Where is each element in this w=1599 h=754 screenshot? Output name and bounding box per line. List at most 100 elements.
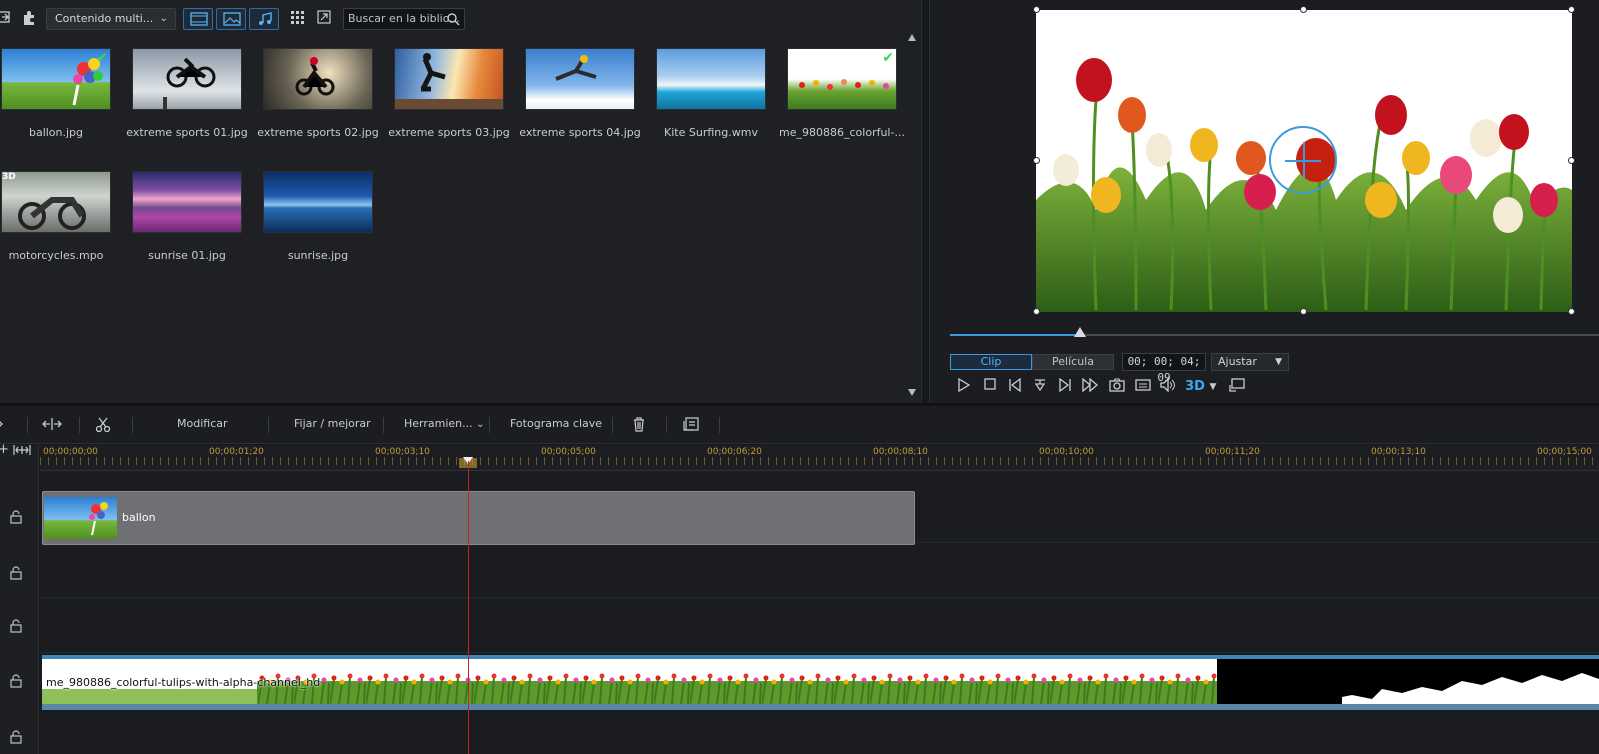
ruler-tick-label: 00;00;08;10 [873,447,928,457]
filter-image-button[interactable] [216,8,246,30]
media-tile-sunrise[interactable]: sunrise.jpg [262,171,374,281]
lock-icon[interactable] [9,619,23,633]
preview-panel: Clip Película 00; 00; 04; 09 Ajustar ▼ 3… [929,0,1599,403]
split-icon[interactable] [1030,378,1050,396]
expand-icon[interactable] [315,10,333,28]
timeline-clip-ballon[interactable]: ballon [42,491,915,545]
movie-mode-button[interactable]: Película [1032,354,1114,370]
snap-icon[interactable] [0,417,6,434]
resize-handle[interactable] [1300,6,1307,13]
properties-icon[interactable] [683,417,699,434]
resize-handle[interactable] [1568,157,1575,164]
ruler-tick-label: 00;00;13;10 [1371,447,1426,457]
fit-dropdown[interactable]: Ajustar ▼ [1211,353,1289,371]
fix-enhance-button[interactable]: Fijar / mejorar [294,417,371,430]
timecode-field[interactable]: 00; 00; 04; 09 [1122,353,1206,384]
resize-handle[interactable] [1033,157,1040,164]
play-icon[interactable] [954,377,974,396]
external-display-icon[interactable] [1227,378,1247,396]
plugin-icon[interactable] [20,10,38,28]
3d-options-dropdown-icon[interactable]: ▼ [1203,378,1223,396]
subtitles-icon[interactable] [1133,378,1153,396]
tile-label: extreme sports 04.jpg [519,126,641,139]
next-frame-icon[interactable] [1055,377,1075,396]
thumbnail [132,171,242,233]
stop-icon[interactable] [980,378,1000,396]
thumbnail [525,48,635,110]
media-tile-kite-surfing[interactable]: Kite Surfing.wmv [655,48,767,158]
library-search-placeholder: Buscar en la biblio... [348,12,460,25]
media-tile-sunrise-01[interactable]: sunrise 01.jpg [131,171,243,281]
chevron-down-icon: ⌄ [476,419,485,430]
move-crosshair-icon[interactable] [1269,126,1337,194]
toolbar-divider [666,417,667,433]
ruler-tick-label: 00;00;11;20 [1205,447,1260,457]
thumbnail [1,48,111,110]
trash-icon[interactable] [633,417,645,435]
tile-label: sunrise.jpg [287,249,349,262]
thumbnail [394,48,504,110]
timeline-clip-tulips[interactable]: me_980886_colorful-tulips-with-alpha-cha… [42,655,1599,710]
import-icon[interactable] [0,10,14,28]
library-search-input[interactable]: Buscar en la biblio... [343,8,465,30]
scrubber-thumb[interactable] [1074,327,1086,337]
snapshot-camera-icon[interactable] [1107,378,1127,396]
modify-button[interactable]: Modificar [177,417,228,430]
ruler-tick-label: 00;00;03;10 [375,447,430,457]
media-tile-tulips[interactable]: ✔ me_980886_colorful-... [779,48,905,158]
scroll-down-icon[interactable] [908,389,916,396]
tile-label: extreme sports 03.jpg [388,126,510,139]
lock-icon[interactable] [9,510,23,524]
media-tile-extreme-sports-01[interactable]: extreme sports 01.jpg [126,48,248,158]
fit-timeline-icon[interactable] [13,444,31,459]
scissors-icon[interactable] [95,417,111,436]
lock-icon[interactable] [9,566,23,580]
image-icon [223,12,241,26]
lock-icon[interactable] [9,730,23,744]
library-toolbar: Contenido multi... ⌄ Buscar en la biblio… [0,4,920,32]
keyframe-button[interactable]: Fotograma clave [510,417,602,430]
resize-handle[interactable] [1568,6,1575,13]
ruler-ticks [40,457,1599,465]
add-track-icon[interactable]: + [0,442,9,457]
filter-video-button[interactable] [183,8,213,30]
scroll-up-icon[interactable] [908,34,916,41]
ruler-tick-label: 00;00;15;00 [1537,447,1592,457]
toolbar-divider [383,417,384,433]
filter-audio-button[interactable] [249,8,279,30]
library-scrollbar[interactable] [906,32,918,400]
toolbar-divider [719,417,720,433]
tools-dropdown[interactable]: Herramien... ⌄ [404,417,485,430]
timeline-ruler[interactable]: 00;00;00;00 00;00;01;20 00;00;03;10 00;00;0… [40,445,1599,471]
fast-forward-icon[interactable] [1080,377,1100,396]
media-library-panel: Contenido multi... ⌄ Buscar en la biblio… [0,0,922,403]
resize-handle[interactable] [1033,308,1040,315]
resize-handle[interactable] [1300,308,1307,315]
media-tile-extreme-sports-03[interactable]: extreme sports 03.jpg [388,48,510,158]
resize-handle[interactable] [1033,6,1040,13]
clip-mode-button[interactable]: Clip [950,354,1032,370]
lock-icon[interactable] [9,674,23,688]
tile-label: ballon.jpg [28,126,84,139]
grid-view-icon[interactable] [288,10,306,28]
preview-scrubber[interactable] [950,327,1599,337]
media-tile-extreme-sports-02[interactable]: extreme sports 02.jpg [257,48,379,158]
tile-label: Kite Surfing.wmv [664,126,758,139]
media-tile-extreme-sports-04[interactable]: extreme sports 04.jpg [519,48,641,158]
tile-label: motorcycles.mpo [8,249,104,262]
thumbnail [656,48,766,110]
content-type-dropdown[interactable]: Contenido multi... ⌄ [46,8,176,30]
track-row-audio-1[interactable] [40,545,1599,598]
track-row-video-2[interactable] [40,600,1599,653]
chevron-down-icon: ⌄ [159,13,168,24]
media-tile-ballon[interactable]: ✔ ballon.jpg [0,48,112,158]
tile-label: me_980886_colorful-... [779,126,905,139]
clip-label: me_980886_colorful-tulips-with-alpha-cha… [46,676,321,689]
imported-check-icon: ✔ [882,50,894,66]
volume-icon[interactable] [1158,377,1178,396]
trim-icon[interactable] [41,417,63,434]
previous-frame-icon[interactable] [1005,377,1025,396]
3d-mode-button[interactable]: 3D [1185,378,1205,396]
media-tile-motorcycles[interactable]: 3D motorcycles.mpo [0,171,112,281]
resize-handle[interactable] [1568,308,1575,315]
